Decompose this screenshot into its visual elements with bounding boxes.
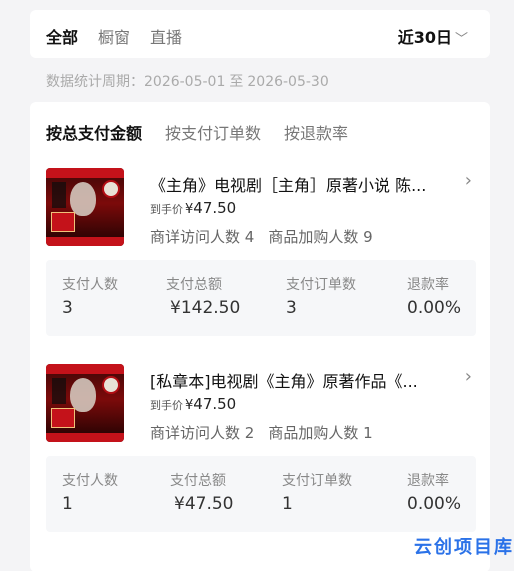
chevron-right-icon[interactable]: › — [465, 170, 472, 191]
product-price: 到手价 ¥47.50 — [150, 199, 237, 217]
stat-value-refund: 0.00% — [407, 494, 462, 514]
stat-label-refund: 退款率 — [407, 277, 449, 293]
stat-period-sep: 至 — [229, 74, 244, 90]
cart-count: 商品加购人数 9 — [268, 228, 373, 246]
stat-value-amount: ¥142.50 — [170, 298, 241, 318]
product-title[interactable]: 《主角》电视剧［主角］原著小说 陈... — [150, 172, 440, 196]
chevron-down-icon: ﹀ — [454, 32, 468, 47]
stat-period-end: 2026-05-30 — [247, 74, 329, 90]
tab-all[interactable]: 全部 — [46, 24, 78, 48]
product-traffic: 商详访问人数 4 商品加购人数 9 — [150, 226, 373, 247]
chevron-right-icon[interactable]: › — [465, 366, 472, 387]
stat-value-buyers: 3 — [62, 298, 73, 318]
product-thumbnail — [46, 364, 124, 442]
stat-value-buyers: 1 — [62, 494, 73, 514]
stat-label-refund: 退款率 — [407, 473, 449, 489]
product-stats: 支付人数 支付总额 支付订单数 退款率 1 ¥47.50 1 0.00% — [46, 456, 476, 532]
stat-period-label: 数据统计周期： — [46, 74, 144, 90]
date-range-label: 近30日 — [397, 28, 452, 47]
product-title[interactable]: [私章本]电视剧《主角》原著作品《... — [150, 368, 440, 392]
sort-by-refund[interactable]: 按退款率 — [284, 120, 348, 144]
stat-value-orders: 3 — [286, 298, 297, 318]
sort-by-amount[interactable]: 按总支付金额 — [46, 120, 142, 144]
stat-value-amount: ¥47.50 — [174, 494, 234, 514]
stat-label-orders: 支付订单数 — [282, 473, 352, 489]
stat-value-orders: 1 — [282, 494, 293, 514]
stat-period-start: 2026-05-01 — [144, 74, 226, 90]
tab-window[interactable]: 橱窗 — [98, 24, 130, 48]
page: 全部 橱窗 直播 近30日 ﹀ 数据统计周期：2026-05-01 至 2026-05… — [30, 0, 490, 571]
product-price: 到手价 ¥47.50 — [150, 395, 237, 413]
product-stats: 支付人数 支付总额 支付订单数 退款率 3 ¥142.50 3 0.00% — [46, 260, 476, 336]
product-ranking-card: 按总支付金额 按支付订单数 按退款率 《主角》电视剧［主角］原著小说 陈... … — [30, 102, 490, 571]
date-range-select[interactable]: 近30日 ﹀ — [398, 24, 468, 48]
product-thumbnail — [46, 168, 124, 246]
stat-label-amount: 支付总额 — [166, 277, 222, 293]
stat-label-orders: 支付订单数 — [286, 277, 356, 293]
visit-count: 商详访问人数 4 — [150, 228, 255, 246]
stat-label-amount: 支付总额 — [170, 473, 226, 489]
visit-count: 商详访问人数 2 — [150, 424, 255, 442]
product-traffic: 商详访问人数 2 商品加购人数 1 — [150, 422, 373, 443]
stat-label-buyers: 支付人数 — [62, 473, 118, 489]
watermark-text: 云创项目库 — [414, 537, 514, 558]
tab-live[interactable]: 直播 — [150, 24, 182, 48]
cart-count: 商品加购人数 1 — [268, 424, 373, 442]
sort-by-orders[interactable]: 按支付订单数 — [165, 120, 261, 144]
stat-period: 数据统计周期：2026-05-01 至 2026-05-30 — [46, 71, 329, 91]
channel-tabs-bar: 全部 橱窗 直播 近30日 ﹀ — [30, 10, 490, 58]
stat-value-refund: 0.00% — [407, 298, 462, 318]
stat-label-buyers: 支付人数 — [62, 277, 118, 293]
